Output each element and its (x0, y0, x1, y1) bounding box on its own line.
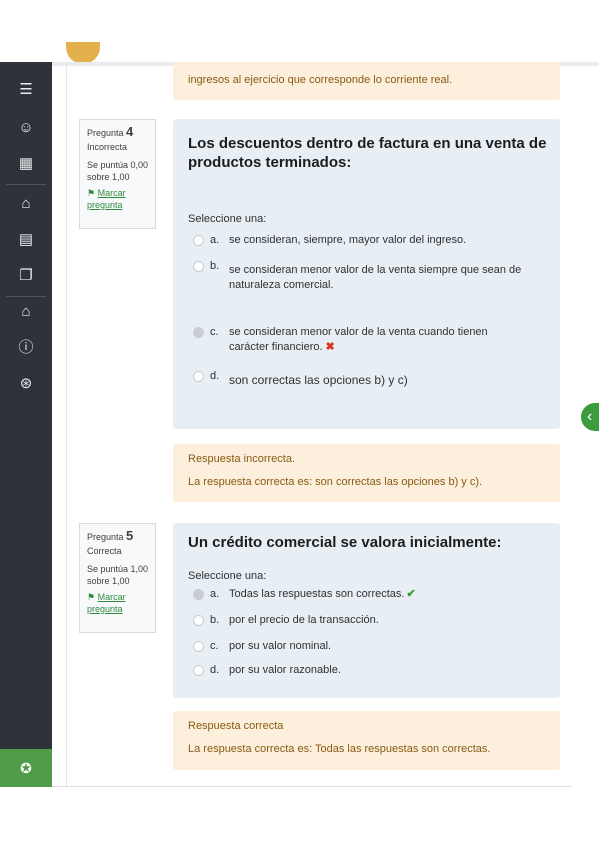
question-state: Incorrecta (87, 142, 128, 152)
option-b[interactable]: b. por el precio de la transacción. (193, 613, 533, 629)
incorrect-icon: ✖ (325, 341, 335, 353)
prev-feedback-text: ingresos al ejercicio que corresponde lo… (188, 74, 453, 86)
question-state: Correcta (87, 546, 122, 556)
accessibility-button[interactable]: ✪ (0, 749, 52, 787)
calendar-icon[interactable]: ▤ (16, 230, 36, 250)
chevron-left-icon: ‹ (587, 408, 593, 425)
option-a[interactable]: a. Todas las respuestas son correctas. ✔ (193, 587, 533, 603)
feedback-box-5: Respuesta correcta La respuesta correcta… (173, 711, 560, 770)
question-grade: Se puntúa 1,00 sobre 1,00 (87, 564, 149, 586)
feedback-box-4: Respuesta incorrecta. La respuesta corre… (173, 444, 560, 502)
question-prompt: Seleccione una: (188, 570, 267, 582)
sidebar: ☰ ☺ ▦ ⌂ ▤ ❐ ⌂ ⓘ ⊛ (0, 62, 52, 787)
question-info-5: Pregunta 5 Correcta Se puntúa 1,00 sobre… (79, 523, 156, 633)
radio-button[interactable] (193, 665, 204, 676)
radio-button[interactable] (193, 371, 204, 382)
question-number: Pregunta 4 (87, 124, 134, 139)
option-d[interactable]: d. por su valor razonable. (193, 663, 533, 679)
courses-icon[interactable]: ⌂ (16, 302, 36, 322)
option-c[interactable]: c. se consideran menor valor de la venta… (193, 325, 533, 357)
feedback-answer: La respuesta correcta es: son correctas … (188, 476, 483, 488)
user-avatar[interactable] (66, 42, 100, 64)
prev-feedback-box: ingresos al ejercicio que corresponde lo… (173, 62, 560, 100)
radio-button[interactable] (193, 235, 204, 246)
radio-button-selected[interactable] (193, 327, 204, 338)
home-icon[interactable]: ⌂ (16, 194, 36, 214)
question-title: Los descuentos dentro de factura en una … (188, 135, 547, 171)
option-c[interactable]: c. por su valor nominal. (193, 639, 533, 655)
feedback-answer: La respuesta correcta es: Todas las resp… (188, 743, 491, 755)
question-info-4: Pregunta 4 Incorrecta Se puntúa 0,00 sob… (79, 119, 156, 229)
option-b[interactable]: b. se consideran menor valor de la venta… (193, 259, 533, 291)
radio-button[interactable] (193, 261, 204, 272)
question-card-5: Un crédito comercial se valora inicialme… (173, 523, 560, 698)
question-number: Pregunta 5 (87, 528, 134, 543)
info-icon[interactable]: ⓘ (16, 338, 36, 358)
sidebar-divider (6, 184, 46, 185)
option-d[interactable]: d. son correctas las opciones b) y c) (193, 369, 533, 387)
accessibility-icon: ✪ (20, 760, 32, 776)
flag-icon: ⚑ (87, 188, 96, 198)
radio-button-selected[interactable] (193, 589, 204, 600)
feedback-status: Respuesta incorrecta. (188, 453, 295, 465)
feedback-status: Respuesta correcta (188, 720, 284, 732)
radio-button[interactable] (193, 615, 204, 626)
question-title: Un crédito comercial se valora inicialme… (188, 534, 502, 551)
option-a[interactable]: a. se consideran, siempre, mayor valor d… (193, 233, 533, 249)
flag-icon: ⚑ (87, 592, 96, 602)
grades-icon[interactable]: ▦ (16, 154, 36, 174)
participants-icon[interactable]: ☺ (16, 118, 36, 138)
list-icon[interactable]: ☰ (16, 80, 36, 100)
content-border (66, 62, 67, 787)
drawer-toggle-button[interactable]: ‹ (581, 403, 599, 431)
correct-icon: ✔ (406, 588, 416, 600)
content-bottom-border (52, 786, 572, 787)
files-icon[interactable]: ❐ (16, 266, 36, 286)
support-icon[interactable]: ⊛ (16, 374, 36, 394)
question-grade: Se puntúa 0,00 sobre 1,00 (87, 160, 149, 182)
question-card-4: Los descuentos dentro de factura en una … (173, 119, 560, 429)
radio-button[interactable] (193, 641, 204, 652)
question-prompt: Seleccione una: (188, 213, 267, 225)
sidebar-divider (6, 296, 46, 297)
